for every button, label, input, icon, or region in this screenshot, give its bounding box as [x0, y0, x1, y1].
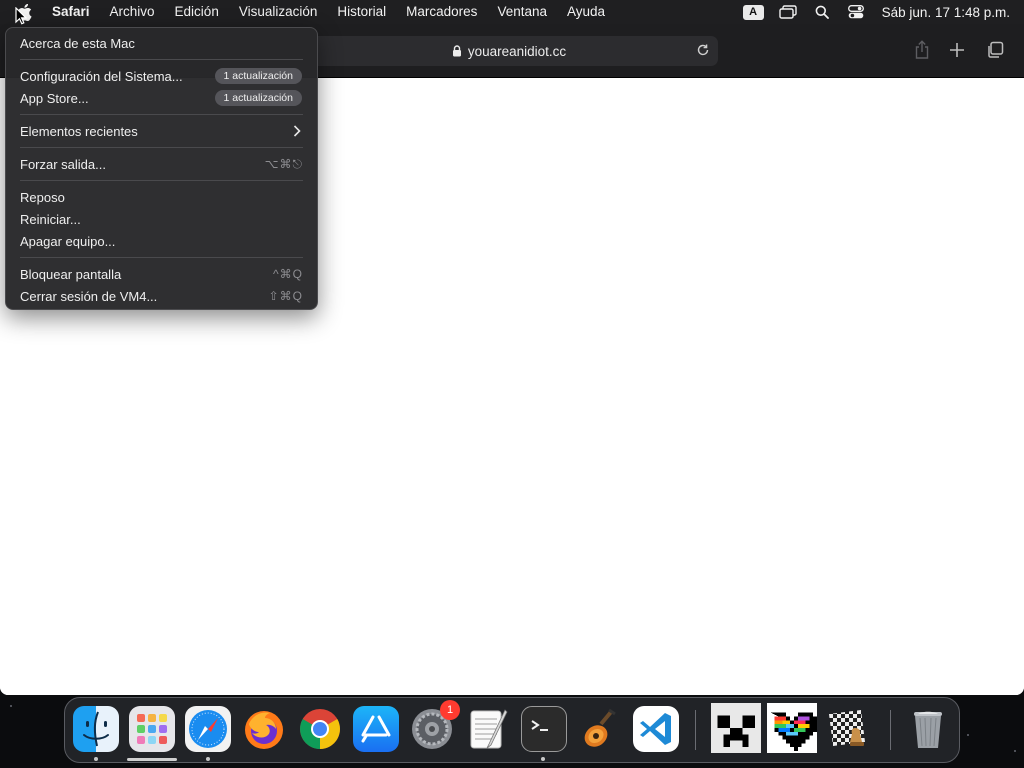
menu-marcadores[interactable]: Marcadores — [396, 0, 487, 24]
dock-drag-indicator — [127, 758, 177, 761]
menu-archivo[interactable]: Archivo — [100, 0, 165, 24]
address-bar[interactable]: youareanidiot.cc — [300, 36, 718, 66]
chess-icon[interactable] — [825, 706, 871, 752]
dock-divider — [890, 710, 891, 750]
control-center-icon[interactable] — [846, 4, 866, 20]
chrome-icon[interactable] — [297, 706, 343, 752]
menu-edicion[interactable]: Edición — [165, 0, 229, 24]
running-indicator — [541, 757, 545, 761]
menu-separator — [20, 147, 303, 148]
dock-divider — [695, 710, 696, 750]
dock: 1 — [64, 697, 960, 763]
terminal-icon[interactable] — [521, 706, 567, 752]
menu-separator — [20, 257, 303, 258]
desktop-star — [10, 705, 12, 707]
apple-menu-dropdown: Acerca de esta Mac Configuración del Sis… — [5, 27, 318, 310]
menu-safari[interactable]: Safari — [42, 0, 100, 24]
menu-visualizacion[interactable]: Visualización — [229, 0, 328, 24]
new-tab-icon[interactable] — [946, 39, 968, 61]
menu-historial[interactable]: Historial — [327, 0, 396, 24]
reload-icon[interactable] — [696, 43, 712, 59]
menu-item-lock-screen[interactable]: Bloquear pantalla ^⌘Q — [6, 263, 317, 285]
update-badge: 1 actualización — [214, 68, 302, 84]
menu-item-sleep[interactable]: Reposo — [6, 186, 317, 208]
system-settings-icon[interactable]: 1 — [409, 700, 460, 752]
share-icon[interactable] — [911, 39, 933, 61]
shortcut-log-out: ⇧⌘Q — [268, 289, 303, 303]
menu-item-restart[interactable]: Reiniciar... — [6, 208, 317, 230]
pixel-heart-icon[interactable] — [767, 703, 817, 753]
mouse-cursor-icon — [15, 6, 28, 30]
vscode-icon[interactable] — [633, 706, 679, 752]
update-badge: 1 actualización — [214, 90, 302, 106]
app-store-icon[interactable] — [353, 706, 399, 752]
menu-item-system-settings[interactable]: Configuración del Sistema... 1 actualiza… — [6, 65, 317, 87]
spotlight-search-icon[interactable] — [812, 4, 832, 20]
safari-icon[interactable] — [185, 706, 231, 752]
textedit-icon[interactable] — [465, 706, 511, 752]
chevron-right-icon — [293, 125, 303, 137]
input-source-indicator[interactable]: A — [742, 4, 764, 20]
tab-overview-icon[interactable] — [984, 39, 1006, 61]
firefox-icon[interactable] — [241, 706, 287, 752]
menu-ayuda[interactable]: Ayuda — [557, 0, 615, 24]
menu-separator — [20, 114, 303, 115]
minecraft-icon[interactable] — [711, 703, 761, 753]
screen-mirroring-icon[interactable] — [778, 4, 798, 20]
shortcut-lock-screen: ^⌘Q — [273, 267, 303, 281]
running-indicator — [94, 757, 98, 761]
launchpad-icon[interactable] — [129, 706, 175, 752]
desktop-star — [967, 734, 969, 736]
running-indicator — [206, 757, 210, 761]
address-bar-url: youareanidiot.cc — [467, 43, 567, 59]
menubar-clock[interactable]: Sáb jun. 17 1:48 p.m. — [882, 5, 1010, 20]
menu-item-log-out[interactable]: Cerrar sesión de VM4... ⇧⌘Q — [6, 285, 317, 307]
menu-item-about-mac[interactable]: Acerca de esta Mac — [6, 32, 317, 54]
desktop-star — [1014, 750, 1016, 752]
garageband-icon[interactable] — [577, 706, 623, 752]
menu-ventana[interactable]: Ventana — [487, 0, 557, 24]
menu-separator — [20, 59, 303, 60]
menu-item-shut-down[interactable]: Apagar equipo... — [6, 230, 317, 252]
menu-separator — [20, 180, 303, 181]
notification-badge: 1 — [440, 700, 460, 720]
menu-bar: Safari Archivo Edición Visualización His… — [0, 0, 1024, 24]
menu-item-app-store[interactable]: App Store... 1 actualización — [6, 87, 317, 109]
menu-item-recent-items[interactable]: Elementos recientes — [6, 120, 317, 142]
finder-icon[interactable] — [73, 706, 119, 752]
lock-icon — [452, 45, 462, 57]
menu-item-force-quit[interactable]: Forzar salida... ⌥⌘⎋ — [6, 153, 317, 175]
shortcut-force-quit: ⌥⌘⎋ — [264, 156, 303, 171]
trash-icon[interactable] — [905, 706, 951, 752]
